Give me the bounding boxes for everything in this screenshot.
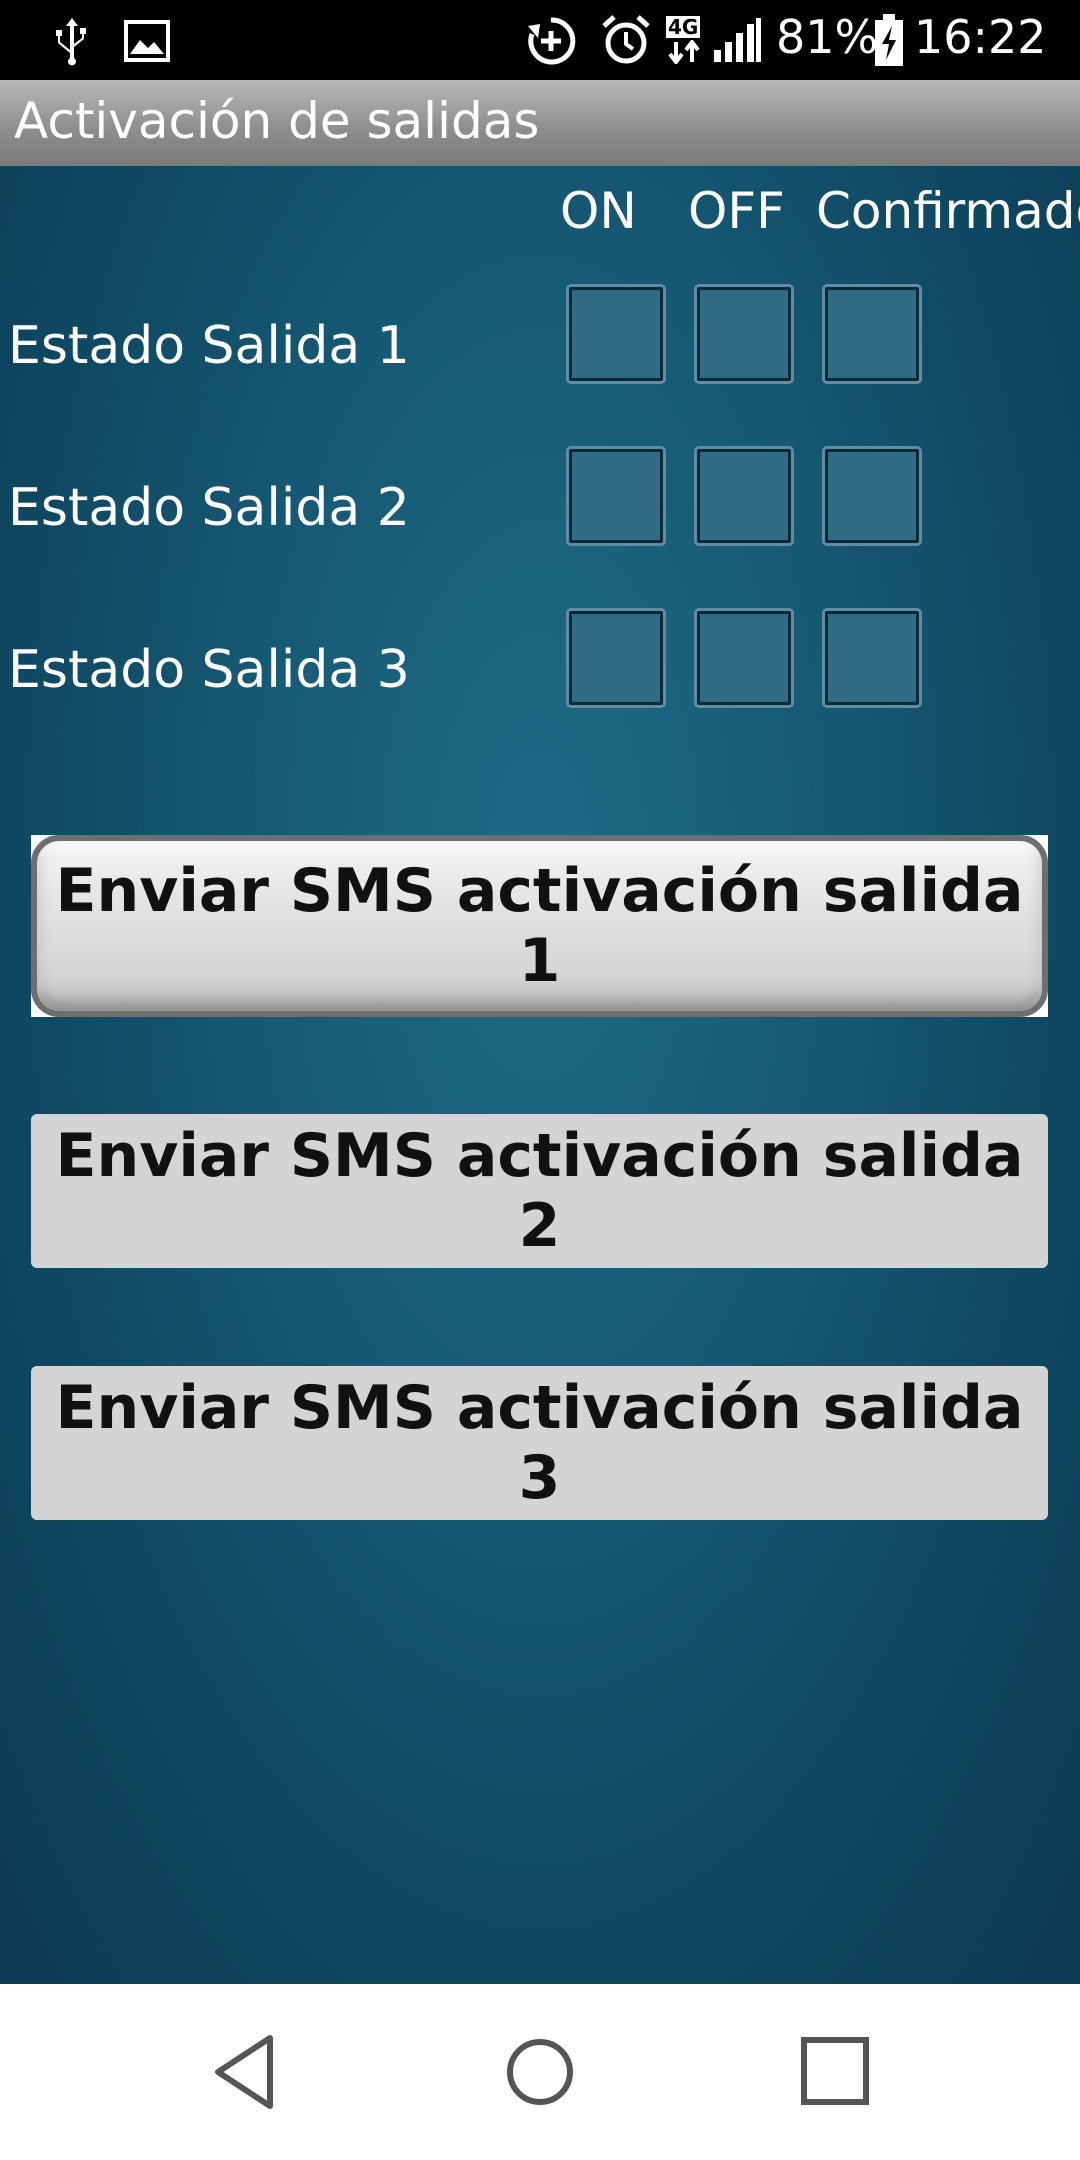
image-icon [124, 20, 170, 62]
title-bar: Activación de salidas [0, 80, 1080, 166]
sync-icon [528, 17, 576, 65]
send-sms-salida-1-button[interactable]: Enviar SMS activación salida 1 [31, 835, 1048, 1017]
clock: 16:22 [914, 10, 1047, 64]
checkbox-salida-2-on[interactable] [566, 446, 666, 546]
main-content: ON OFF Confirmado Estado Salida 1 Estado… [0, 166, 1080, 1984]
data-arrows-icon [668, 40, 700, 64]
checkbox-salida-2-off[interactable] [694, 446, 794, 546]
checkbox-salida-1-confirmed[interactable] [822, 284, 922, 384]
network-4g-icon: 4G [666, 15, 701, 39]
back-icon[interactable] [200, 2024, 296, 2120]
navigation-bar [0, 1984, 1080, 2160]
checkbox-salida-1-on[interactable] [566, 284, 666, 384]
checkbox-salida-3-on[interactable] [566, 608, 666, 708]
battery-charging-icon [875, 14, 903, 66]
usb-icon [56, 18, 86, 66]
send-sms-salida-3-button[interactable]: Enviar SMS activación salida 3 [31, 1366, 1048, 1520]
column-header-on: ON [560, 182, 637, 240]
signal-icon [714, 18, 761, 62]
send-sms-salida-2-button[interactable]: Enviar SMS activación salida 2 [31, 1114, 1048, 1268]
checkbox-salida-3-confirmed[interactable] [822, 608, 922, 708]
home-icon[interactable] [492, 2024, 588, 2120]
row-label-salida-3: Estado Salida 3 [8, 640, 410, 700]
row-label-salida-2: Estado Salida 2 [8, 478, 410, 538]
row-label-salida-1: Estado Salida 1 [8, 316, 410, 376]
column-header-off: OFF [688, 182, 785, 240]
page-title: Activación de salidas [14, 92, 540, 150]
column-header-confirmed: Confirmado [816, 182, 1080, 240]
checkbox-salida-3-off[interactable] [694, 608, 794, 708]
checkbox-salida-1-off[interactable] [694, 284, 794, 384]
status-bar: 4G 81% 16:22 [0, 0, 1080, 80]
alarm-icon [602, 15, 650, 64]
recents-icon[interactable] [786, 2024, 882, 2120]
battery-percent: 81% [776, 10, 879, 64]
checkbox-salida-2-confirmed[interactable] [822, 446, 922, 546]
